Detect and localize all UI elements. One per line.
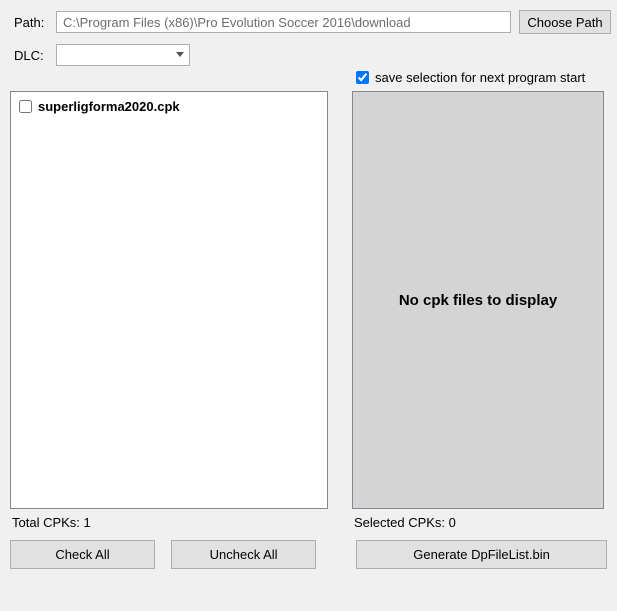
selected-display-box: No cpk files to display [352,91,604,509]
cpk-listbox[interactable]: superligforma2020.cpk [10,91,328,509]
choose-path-button[interactable]: Choose Path [519,10,611,34]
chevron-down-icon [171,45,189,65]
total-cpks-label: Total CPKs: [12,515,84,530]
uncheck-all-button[interactable]: Uncheck All [171,540,316,569]
dlc-label: DLC: [6,48,56,63]
dlc-dropdown[interactable] [56,44,190,66]
dlc-row: DLC: [6,44,611,66]
counts-row: Total CPKs: 1 Selected CPKs: 0 [6,509,611,540]
button-row: Check All Uncheck All Generate DpFileLis… [6,540,611,569]
total-cpks: Total CPKs: 1 [10,515,352,530]
save-selection-label: save selection for next program start [375,70,585,85]
app-root: Path: Choose Path DLC: save selection fo… [0,0,617,611]
panels: superligforma2020.cpk No cpk files to di… [6,91,611,509]
empty-display-text: No cpk files to display [399,292,557,309]
list-item[interactable]: superligforma2020.cpk [15,98,323,115]
path-row: Path: Choose Path [6,10,611,34]
check-all-button[interactable]: Check All [10,540,155,569]
selected-cpks: Selected CPKs: 0 [352,515,456,530]
selected-cpks-label: Selected CPKs: [354,515,449,530]
total-cpks-value: 1 [84,515,91,530]
save-selection-row: save selection for next program start [356,70,611,85]
path-label: Path: [6,15,56,30]
generate-button[interactable]: Generate DpFileList.bin [356,540,607,569]
list-item-checkbox[interactable] [19,100,32,113]
list-item-label: superligforma2020.cpk [38,99,180,114]
selected-cpks-value: 0 [449,515,456,530]
path-input[interactable] [56,11,511,33]
save-selection-checkbox[interactable] [356,71,369,84]
